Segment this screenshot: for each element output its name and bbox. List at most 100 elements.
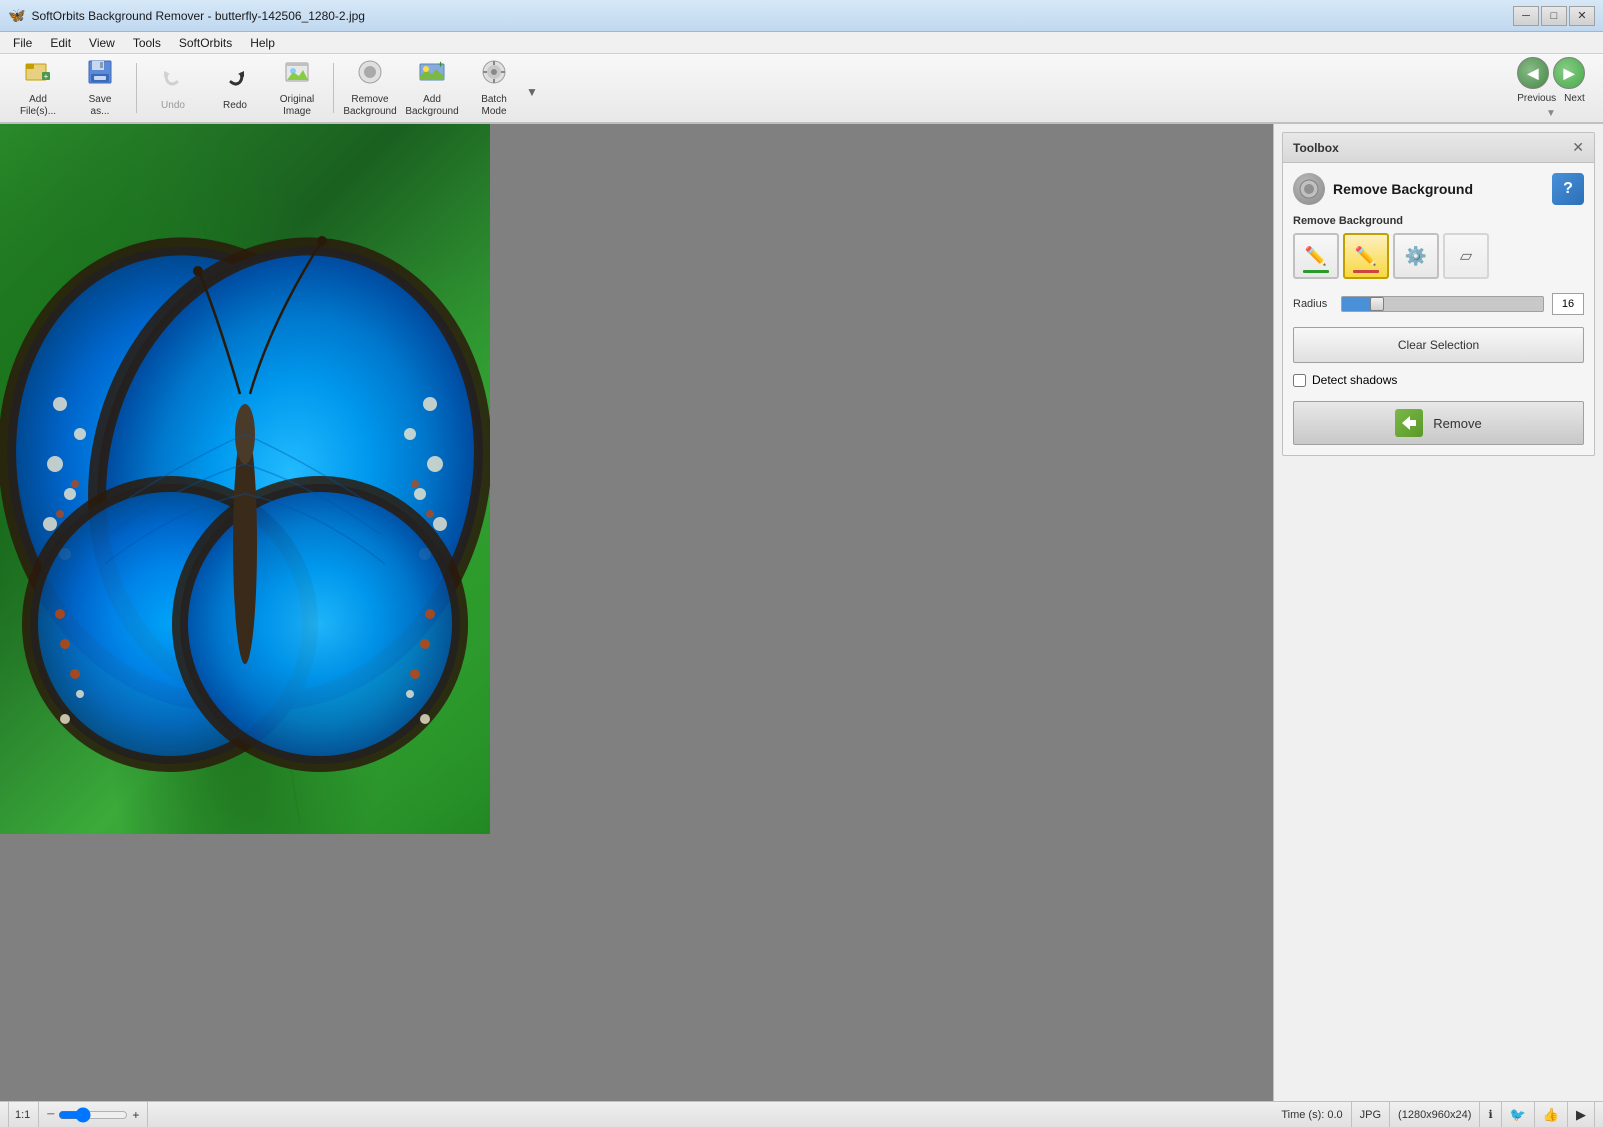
keep-tool-underline <box>1303 270 1328 273</box>
twitter-icon: 🐦 <box>1510 1107 1526 1123</box>
batch-mode-button[interactable]: BatchMode <box>464 59 524 117</box>
remove-button-label: Remove <box>1433 416 1481 431</box>
next-label: Next <box>1564 93 1585 104</box>
magic-tool-icon: ⚙️ <box>1405 246 1427 267</box>
radius-slider[interactable] <box>1341 296 1544 312</box>
add-background-label: AddBackground <box>405 94 458 118</box>
undo-label: Undo <box>161 100 185 112</box>
radius-label: Radius <box>1293 298 1333 310</box>
detect-shadows-checkbox[interactable] <box>1293 374 1306 387</box>
format-info: JPG <box>1352 1102 1390 1127</box>
original-image-button[interactable]: OriginalImage <box>267 59 327 117</box>
clear-selection-button[interactable]: Clear Selection <box>1293 327 1584 363</box>
remove-background-label: RemoveBackground <box>343 94 396 118</box>
title-bar: 🦋 SoftOrbits Background Remover - butter… <box>0 0 1603 32</box>
window-controls: ─ □ ✕ <box>1513 6 1595 26</box>
info-icon: ℹ <box>1488 1108 1492 1121</box>
help-button[interactable]: ? <box>1552 173 1584 205</box>
social-youtube[interactable]: ▶ <box>1568 1102 1595 1127</box>
minimize-button[interactable]: ─ <box>1513 6 1539 26</box>
save-as-icon <box>86 58 114 92</box>
dimensions-label: (1280x960x24) <box>1398 1109 1471 1121</box>
remove-background-panel-title: Remove Background <box>1333 181 1473 197</box>
add-files-button[interactable]: + AddFile(s)... <box>8 59 68 117</box>
radius-value: 16 <box>1552 293 1584 315</box>
remove-background-header: Remove Background ? <box>1293 173 1584 205</box>
save-as-label: Saveas... <box>89 94 112 118</box>
remove-background-icon <box>356 58 384 92</box>
magic-tool-button[interactable]: ⚙️ <box>1393 233 1439 279</box>
navigation-area: ◀ ▶ Previous Next ▼ <box>1517 57 1595 119</box>
social-facebook[interactable]: 👍 <box>1535 1102 1568 1127</box>
info-button[interactable]: ℹ <box>1480 1102 1501 1127</box>
menu-view[interactable]: View <box>80 33 124 53</box>
zoom-slider[interactable] <box>58 1109 128 1121</box>
menu-edit[interactable]: Edit <box>41 33 80 53</box>
detect-shadows-label: Detect shadows <box>1312 373 1397 387</box>
undo-icon <box>159 64 187 98</box>
social-twitter[interactable]: 🐦 <box>1502 1102 1535 1127</box>
keep-tool-button[interactable]: ✏️ <box>1293 233 1339 279</box>
nav-buttons-row: ◀ ▶ <box>1517 57 1585 89</box>
next-button[interactable]: ▶ <box>1553 57 1585 89</box>
save-as-button[interactable]: Saveas... <box>70 59 130 117</box>
previous-button[interactable]: ◀ <box>1517 57 1549 89</box>
youtube-icon: ▶ <box>1576 1107 1586 1123</box>
undo-button[interactable]: Undo <box>143 59 203 117</box>
zoom-out-icon[interactable]: ─ <box>47 1109 54 1120</box>
batch-mode-label: BatchMode <box>481 94 507 118</box>
remove-background-panel: Remove Background ? Remove Background ✏️ <box>1283 163 1594 455</box>
tool-buttons-row: ✏️ ✏️ ⚙️ ▱ <box>1293 233 1584 279</box>
remove-button[interactable]: Remove <box>1293 401 1584 445</box>
toolbar-expand[interactable]: ▼ <box>526 77 538 99</box>
facebook-icon: 👍 <box>1543 1107 1559 1123</box>
remove-tool-underline <box>1353 270 1378 273</box>
dimensions-info: (1280x960x24) <box>1390 1102 1480 1127</box>
close-button[interactable]: ✕ <box>1569 6 1595 26</box>
time-info: Time (s): 0.0 <box>1273 1102 1351 1127</box>
menu-tools[interactable]: Tools <box>124 33 170 53</box>
canvas-area[interactable] <box>0 124 1273 1101</box>
toolbox-close-button[interactable]: ✕ <box>1572 139 1584 156</box>
redo-icon <box>221 64 249 98</box>
remove-tool-icon: ✏️ <box>1355 246 1377 267</box>
menu-file[interactable]: File <box>4 33 41 53</box>
window-title: SoftOrbits Background Remover - butterfl… <box>31 9 1513 23</box>
toolbox: Toolbox ✕ Remove Background <box>1282 132 1595 456</box>
remove-tool-button[interactable]: ✏️ <box>1343 233 1389 279</box>
zoom-ratio: 1:1 <box>8 1102 39 1127</box>
redo-button[interactable]: Redo <box>205 59 265 117</box>
remove-background-button[interactable]: RemoveBackground <box>340 59 400 117</box>
add-background-icon: + <box>418 58 446 92</box>
remove-button-icon <box>1395 409 1423 437</box>
add-files-label: AddFile(s)... <box>20 94 56 118</box>
svg-text:+: + <box>438 59 443 69</box>
format-label: JPG <box>1360 1109 1381 1121</box>
detect-shadows-row: Detect shadows <box>1293 373 1584 387</box>
zoom-in-icon[interactable]: + <box>132 1108 139 1122</box>
maximize-button[interactable]: □ <box>1541 6 1567 26</box>
nav-expand-icon: ▼ <box>1546 108 1556 119</box>
time-label: Time (s): 0.0 <box>1281 1109 1342 1121</box>
svg-text:+: + <box>44 72 49 81</box>
separator-2 <box>333 63 334 113</box>
app-icon: 🦋 <box>8 7 25 24</box>
remove-background-title-row: Remove Background <box>1293 173 1473 205</box>
redo-label: Redo <box>223 100 247 112</box>
butterfly-image <box>0 124 490 834</box>
original-image-icon <box>283 58 311 92</box>
batch-mode-icon <box>480 58 508 92</box>
original-image-label: OriginalImage <box>280 94 314 118</box>
tool-options-section-label: Remove Background <box>1293 215 1584 227</box>
erase-tool-icon: ▱ <box>1460 246 1472 266</box>
add-background-button[interactable]: + AddBackground <box>402 59 462 117</box>
menu-help[interactable]: Help <box>241 33 284 53</box>
image-canvas[interactable] <box>0 124 490 834</box>
remove-background-panel-icon <box>1293 173 1325 205</box>
menu-softorbits[interactable]: SoftOrbits <box>170 33 241 53</box>
toolbar: + AddFile(s)... Saveas... Undo <box>0 54 1603 124</box>
keep-tool-icon: ✏️ <box>1305 246 1327 267</box>
erase-tool-button[interactable]: ▱ <box>1443 233 1489 279</box>
zoom-control[interactable]: ─ + <box>39 1102 148 1127</box>
status-bar: 1:1 ─ + Time (s): 0.0 JPG (1280x960x24) … <box>0 1101 1603 1127</box>
